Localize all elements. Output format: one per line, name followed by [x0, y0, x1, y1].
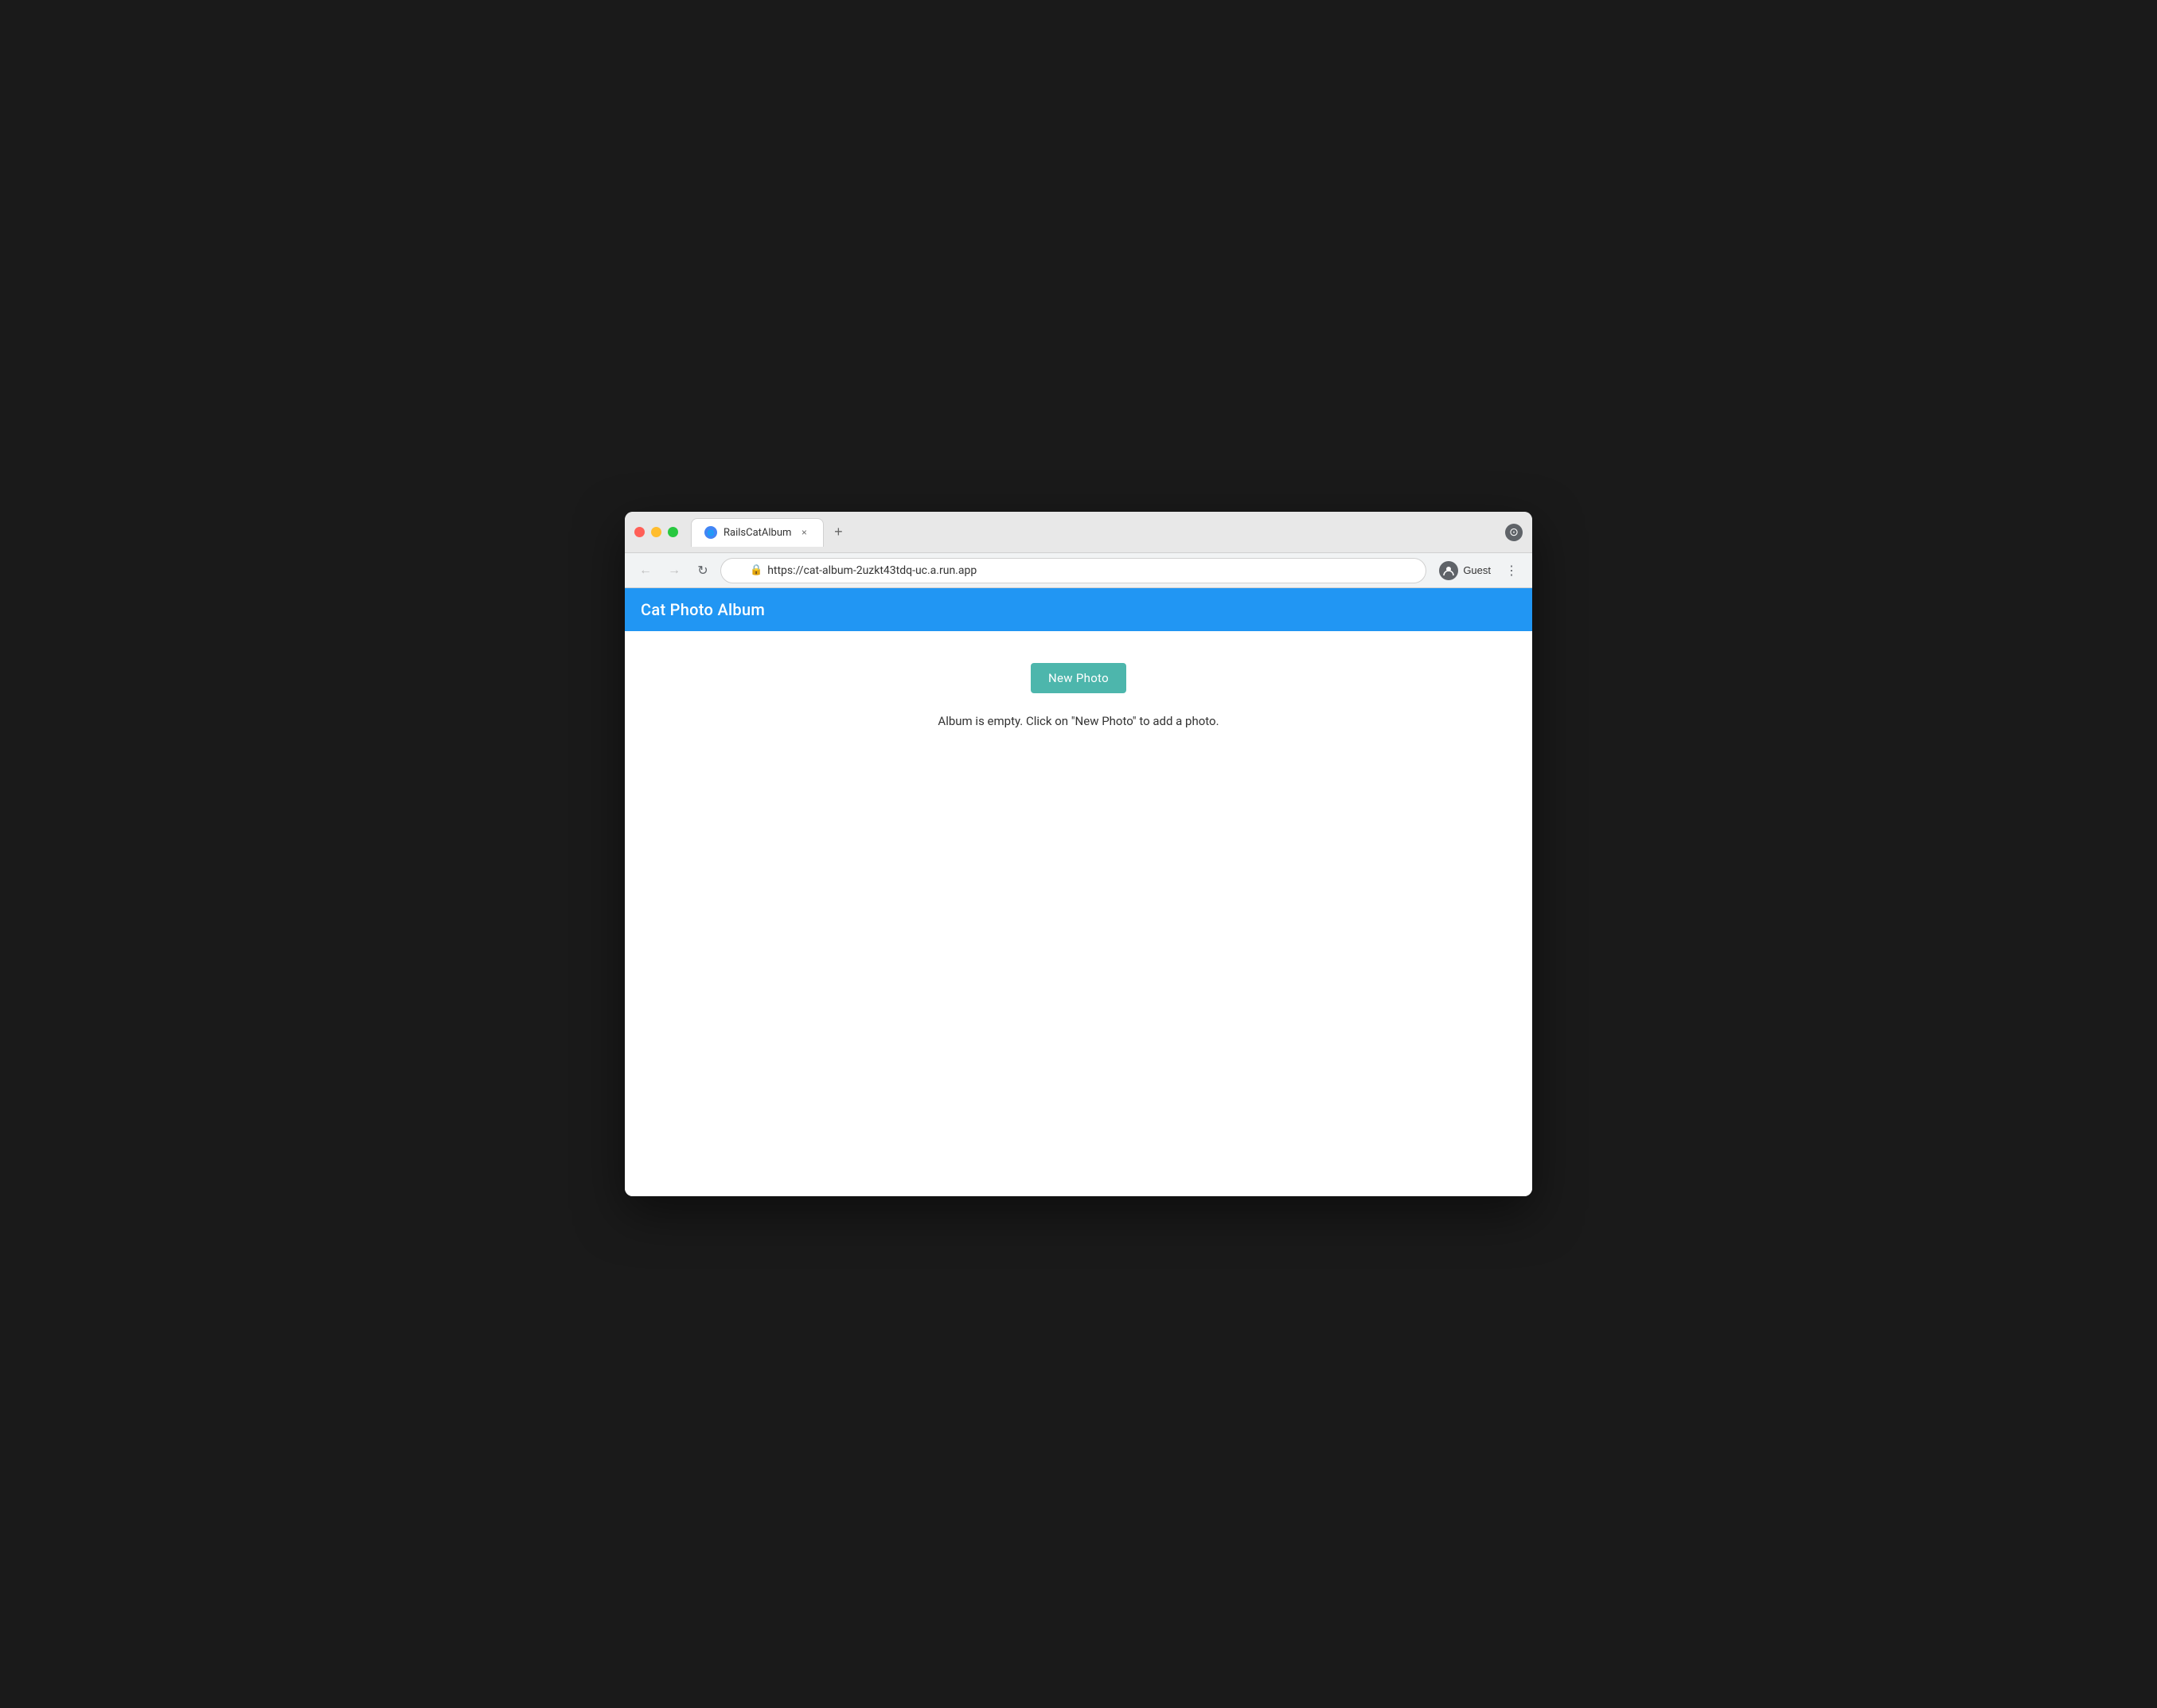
reload-button[interactable]: ↻ [692, 560, 714, 582]
address-bar-right: Guest ⋮ [1433, 558, 1523, 583]
close-window-button[interactable] [634, 527, 645, 537]
svg-text:🌐: 🌐 [708, 529, 715, 536]
app-main: New Photo Album is empty. Click on "New … [625, 631, 1532, 1196]
tab-title: RailsCatAlbum [724, 527, 791, 539]
lock-icon: 🔒 [750, 564, 763, 576]
active-tab[interactable]: 🌐 RailsCatAlbum × [691, 518, 824, 547]
more-icon: ⋮ [1505, 563, 1518, 579]
user-menu-button[interactable]: Guest [1433, 558, 1497, 583]
empty-album-message: Album is empty. Click on "New Photo" to … [938, 714, 1219, 728]
forward-icon: → [668, 563, 681, 578]
window-right-controls: ⊙ [1505, 524, 1523, 541]
tab-bar: 🌐 RailsCatAlbum × + [691, 518, 1499, 547]
new-photo-button[interactable]: New Photo [1031, 663, 1126, 693]
app-content: Cat Photo Album New Photo Album is empty… [625, 588, 1532, 1196]
title-bar: 🌐 RailsCatAlbum × + ⊙ [625, 512, 1532, 553]
user-icon [1439, 561, 1458, 580]
more-options-button[interactable]: ⋮ [1500, 560, 1523, 582]
user-label: Guest [1463, 564, 1491, 576]
app-header: Cat Photo Album [625, 588, 1532, 631]
profile-circle: ⊙ [1505, 524, 1523, 541]
url-bar[interactable]: 🔒 https://cat-album-2uzkt43tdq-uc.a.run.… [720, 558, 1426, 583]
forward-button[interactable]: → [663, 560, 685, 582]
back-icon: ← [639, 563, 652, 578]
new-tab-button[interactable]: + [827, 521, 849, 544]
tab-favicon: 🌐 [704, 526, 717, 539]
tab-close-button[interactable]: × [798, 526, 810, 539]
url-text: https://cat-album-2uzkt43tdq-uc.a.run.ap… [767, 564, 977, 577]
app-title: Cat Photo Album [641, 600, 765, 619]
back-button[interactable]: ← [634, 560, 657, 582]
reload-icon: ↻ [697, 563, 708, 579]
maximize-window-button[interactable] [668, 527, 678, 537]
minimize-window-button[interactable] [651, 527, 661, 537]
address-bar: ← → ↻ 🔒 https://cat-album-2uzkt43tdq-uc.… [625, 553, 1532, 588]
browser-window: 🌐 RailsCatAlbum × + ⊙ ← → ↻ [625, 512, 1532, 1196]
window-controls [634, 527, 678, 537]
